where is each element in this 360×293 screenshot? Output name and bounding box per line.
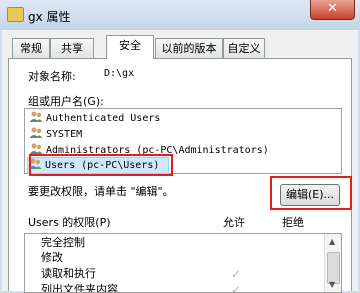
permission-row: 读取和执行 <box>41 267 96 280</box>
properties-dialog: 常规 共享 安全 以前的版本 自定义 对象名称: D:\gx 组或用户名(G):… <box>2 30 358 293</box>
object-name-value: D:\gx <box>104 68 135 79</box>
users-icon <box>29 111 43 122</box>
list-item-label: Authenticated Users <box>46 113 161 124</box>
tab-security[interactable]: 安全 <box>106 35 154 59</box>
deny-column-header: 拒绝 <box>282 216 304 229</box>
group-user-label: 组或用户名(G): <box>28 95 104 108</box>
users-icon <box>29 127 43 138</box>
allow-check-icon: ✓ <box>231 267 242 281</box>
allow-check-icon: ✓ <box>231 283 242 293</box>
permission-row: 列出文件夹内容 <box>41 283 118 293</box>
permission-row: 完全控制 <box>41 236 85 249</box>
tab-general[interactable]: 常规 <box>12 38 50 58</box>
title-bar: gx 属性 ✕ <box>0 0 360 30</box>
tab-previous-versions[interactable]: 以前的版本 <box>155 38 223 58</box>
highlight-box-users <box>29 154 173 176</box>
window-title: gx 属性 <box>28 10 71 24</box>
list-item[interactable]: SYSTEM <box>29 127 82 142</box>
close-button[interactable]: ✕ <box>310 0 355 20</box>
object-name-label: 对象名称: <box>28 70 76 83</box>
list-item[interactable]: Authenticated Users <box>29 111 160 126</box>
allow-column-header: 允许 <box>223 216 245 229</box>
change-permission-hint: 要更改权限，请单击 "编辑"。 <box>28 185 174 198</box>
tab-sharing[interactable]: 共享 <box>50 38 94 58</box>
highlight-box-edit <box>270 176 352 210</box>
scroll-up-icon[interactable]: ▲ <box>329 237 335 246</box>
permission-row: 修改 <box>41 251 63 264</box>
permissions-scrollbar[interactable]: ▲ ▼ <box>324 234 341 292</box>
permissions-list: 完全控制 修改 读取和执行 ✓ 列出文件夹内容 ✓ ▲ ▼ <box>24 233 342 293</box>
folder-icon <box>7 7 24 22</box>
list-item-label: SYSTEM <box>46 129 83 140</box>
permissions-label: Users 的权限(P) <box>28 216 111 229</box>
tab-customize[interactable]: 自定义 <box>223 38 265 58</box>
scroll-down-icon[interactable]: ▼ <box>329 280 335 289</box>
